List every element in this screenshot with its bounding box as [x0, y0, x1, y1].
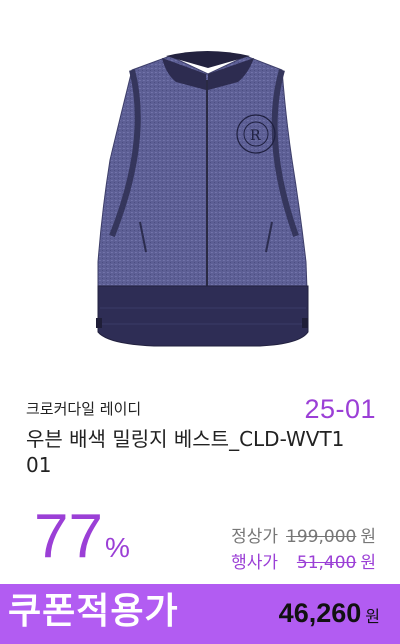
sale-price-row: 행사가 51,400 원 [231, 550, 376, 576]
discount-unit: % [104, 532, 130, 563]
sale-price-label: 행사가 [231, 553, 279, 573]
product-image[interactable]: R [0, 0, 400, 392]
brand-name: 크로커다일 레이디 [26, 400, 142, 418]
regular-price-row: 정상가 199,000 원 [231, 524, 376, 550]
product-title[interactable]: 우븐 배색 밀링지 베스트_CLD-WVT101 [26, 426, 346, 478]
vest-illustration: R [96, 51, 309, 347]
product-card[interactable]: R 25-01 크로커다일 레이디 우븐 배색 밀링지 베스트_CLD-WVT1… [0, 0, 400, 644]
discount-value: 77 [34, 502, 103, 571]
regular-price-value: 199,000 [286, 527, 357, 547]
regular-price-label: 정상가 [231, 527, 279, 547]
sale-price-currency: 원 [360, 553, 376, 573]
coupon-price-value: 46,260 [278, 598, 362, 628]
svg-text:R: R [250, 128, 261, 144]
product-code: 25-01 [304, 394, 376, 424]
regular-price-currency: 원 [360, 527, 376, 547]
price-block: 정상가 199,000 원 행사가 51,400 원 [231, 524, 376, 576]
coupon-price-label: 쿠폰적용가 [8, 591, 179, 632]
discount-rate: 77% [34, 502, 130, 572]
coupon-price-currency: 원 [365, 607, 380, 626]
sale-price-value: 51,400 [296, 553, 357, 573]
coupon-price: 46,260 원 [279, 598, 380, 629]
